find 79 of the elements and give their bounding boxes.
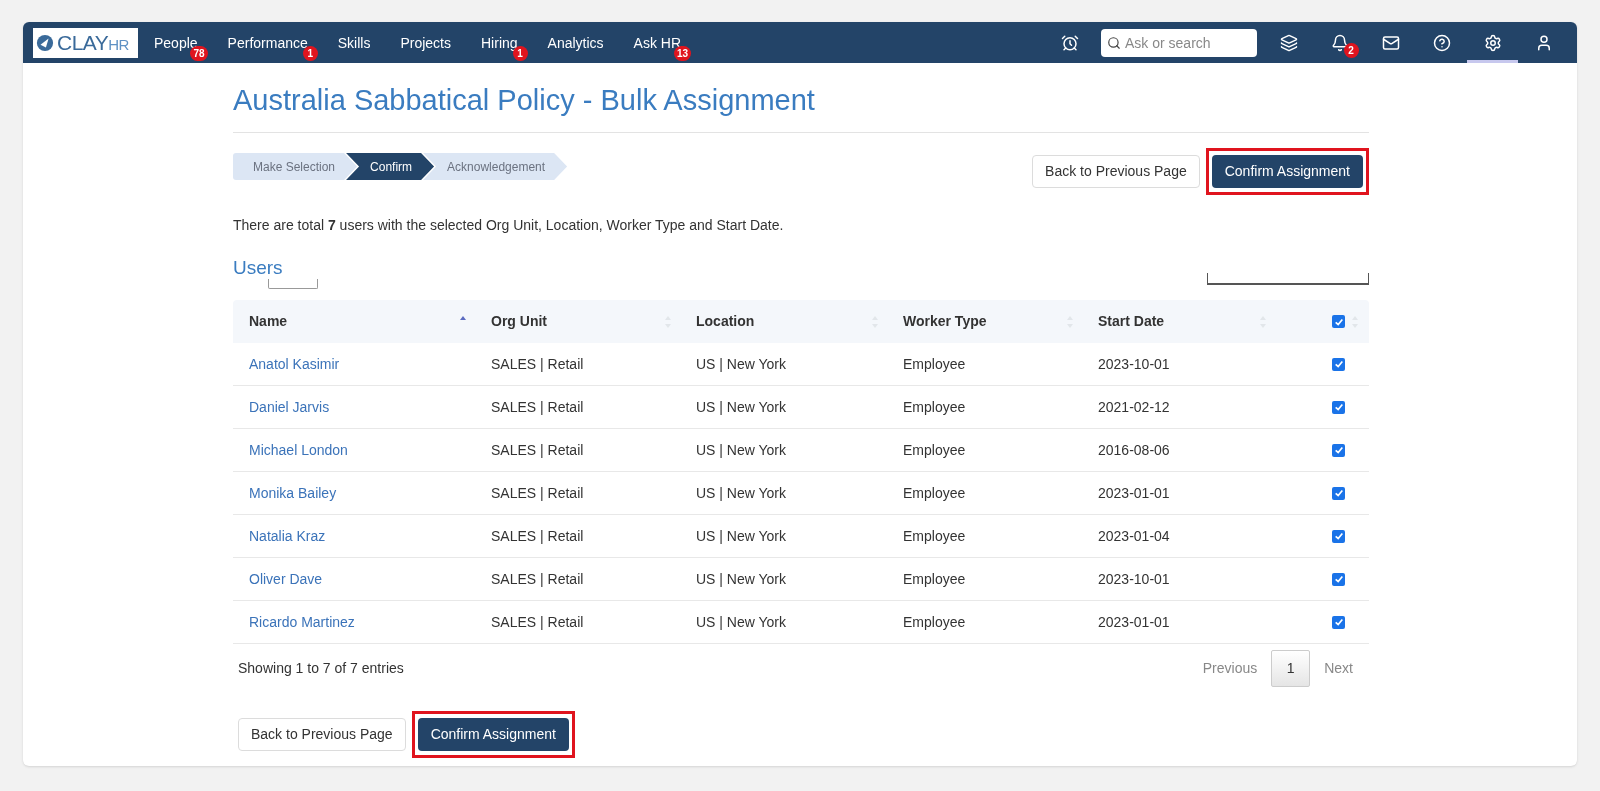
page-title: Australia Sabbatical Policy - Bulk Assignment bbox=[233, 83, 816, 118]
start-date-cell: 2023-10-01 bbox=[1098, 570, 1170, 587]
org-unit-cell: SALES | Retail bbox=[491, 398, 584, 415]
org-unit-cell: SALES | Retail bbox=[491, 484, 584, 501]
logo-icon bbox=[36, 33, 54, 52]
worker-type-cell: Employee bbox=[903, 613, 966, 630]
nav-link[interactable]: Analytics bbox=[547, 34, 604, 51]
nav-link[interactable]: Projects bbox=[400, 34, 451, 51]
user-name-link[interactable]: Natalia Kraz bbox=[249, 527, 326, 544]
org-unit-cell: SALES | Retail bbox=[491, 355, 584, 372]
org-unit-cell: SALES | Retail bbox=[491, 441, 584, 458]
wizard-step: Acknowledgement bbox=[423, 153, 568, 180]
checkbox[interactable] bbox=[1332, 529, 1345, 543]
location-cell: US | New York bbox=[696, 570, 786, 587]
logo-text: CLAYHR bbox=[57, 32, 129, 53]
worker-type-cell: Employee bbox=[903, 355, 966, 372]
checkbox[interactable] bbox=[1332, 443, 1345, 457]
start-date-cell: 2023-10-01 bbox=[1098, 355, 1170, 372]
checkbox[interactable] bbox=[1332, 400, 1345, 414]
table-info-text: Showing 1 to 7 of 7 entries bbox=[238, 659, 404, 678]
start-date-cell: 2021-02-12 bbox=[1098, 398, 1170, 415]
worker-type-cell: Employee bbox=[903, 570, 966, 587]
search-icon bbox=[1107, 35, 1121, 50]
table-search-field[interactable] bbox=[1207, 273, 1369, 285]
column-header[interactable]: Worker Type bbox=[903, 311, 987, 332]
start-date-cell: 2023-01-04 bbox=[1098, 527, 1170, 544]
bell-icon bbox=[1330, 33, 1349, 52]
bell-button[interactable]: 2 bbox=[1314, 22, 1365, 63]
mail-icon bbox=[1381, 33, 1400, 52]
alarm-clock-icon bbox=[1060, 33, 1079, 52]
start-date-cell: 2016-08-06 bbox=[1098, 441, 1170, 458]
layers-icon bbox=[1279, 33, 1298, 52]
column-header[interactable]: Location bbox=[696, 311, 755, 332]
worker-type-cell: Employee bbox=[903, 484, 966, 501]
next-link[interactable]: Next bbox=[1312, 658, 1365, 679]
user-name-link[interactable]: Ricardo Martinez bbox=[249, 613, 355, 630]
previous-link[interactable]: Previous bbox=[1190, 658, 1270, 679]
org-unit-cell: SALES | Retail bbox=[491, 527, 584, 544]
column-header[interactable]: Name bbox=[249, 311, 288, 332]
checkbox[interactable] bbox=[1332, 572, 1345, 586]
column-header[interactable]: Org Unit bbox=[491, 311, 547, 332]
checkbox[interactable] bbox=[1332, 357, 1345, 371]
worker-type-cell: Employee bbox=[903, 527, 966, 544]
search-field[interactable]: Ask or search bbox=[1101, 28, 1257, 57]
nav-link[interactable]: Skills bbox=[337, 34, 371, 51]
worker-type-cell: Employee bbox=[903, 398, 966, 415]
location-cell: US | New York bbox=[696, 441, 786, 458]
user-name-link[interactable]: Monika Bailey bbox=[249, 484, 337, 501]
org-unit-cell: SALES | Retail bbox=[491, 613, 584, 630]
checkbox[interactable] bbox=[1332, 486, 1345, 500]
user-name-link[interactable]: Anatol Kasimir bbox=[249, 355, 340, 372]
page-number-button[interactable]: 1 bbox=[1271, 650, 1311, 687]
location-cell: US | New York bbox=[696, 527, 786, 544]
settings-icon bbox=[1483, 33, 1502, 52]
wizard-step: Make Selection bbox=[233, 153, 358, 180]
summary-text: There are total 7 users with the selected Org Unit, Location, Worker Type and Start Date. bbox=[233, 216, 785, 235]
page-length-select[interactable] bbox=[268, 279, 318, 289]
confirm-button[interactable]: Confirm Assignment bbox=[417, 718, 569, 751]
confirm-button[interactable]: Confirm Assignment bbox=[1211, 155, 1363, 188]
checkbox[interactable] bbox=[1332, 615, 1345, 629]
user-name-link[interactable]: Michael London bbox=[249, 441, 348, 458]
worker-type-cell: Employee bbox=[903, 441, 966, 458]
location-cell: US | New York bbox=[696, 613, 786, 630]
location-cell: US | New York bbox=[696, 355, 786, 372]
start-date-cell: 2023-01-01 bbox=[1098, 484, 1170, 501]
start-date-cell: 2023-01-01 bbox=[1098, 613, 1170, 630]
location-cell: US | New York bbox=[696, 484, 786, 501]
count-badge: 2 bbox=[1343, 42, 1359, 58]
user-name-link[interactable]: Oliver Dave bbox=[249, 570, 323, 587]
user-name-link[interactable]: Daniel Jarvis bbox=[249, 398, 330, 415]
logo[interactable]: CLAYHR bbox=[33, 27, 138, 58]
back-button[interactable]: Back to Previous Page bbox=[238, 718, 406, 751]
location-cell: US | New York bbox=[696, 398, 786, 415]
org-unit-cell: SALES | Retail bbox=[491, 570, 584, 587]
back-button[interactable]: Back to Previous Page bbox=[1032, 155, 1200, 188]
section-title: Users bbox=[233, 257, 284, 279]
checkbox[interactable] bbox=[1332, 315, 1345, 328]
help-icon bbox=[1432, 33, 1451, 52]
column-header[interactable]: Start Date bbox=[1098, 311, 1165, 332]
